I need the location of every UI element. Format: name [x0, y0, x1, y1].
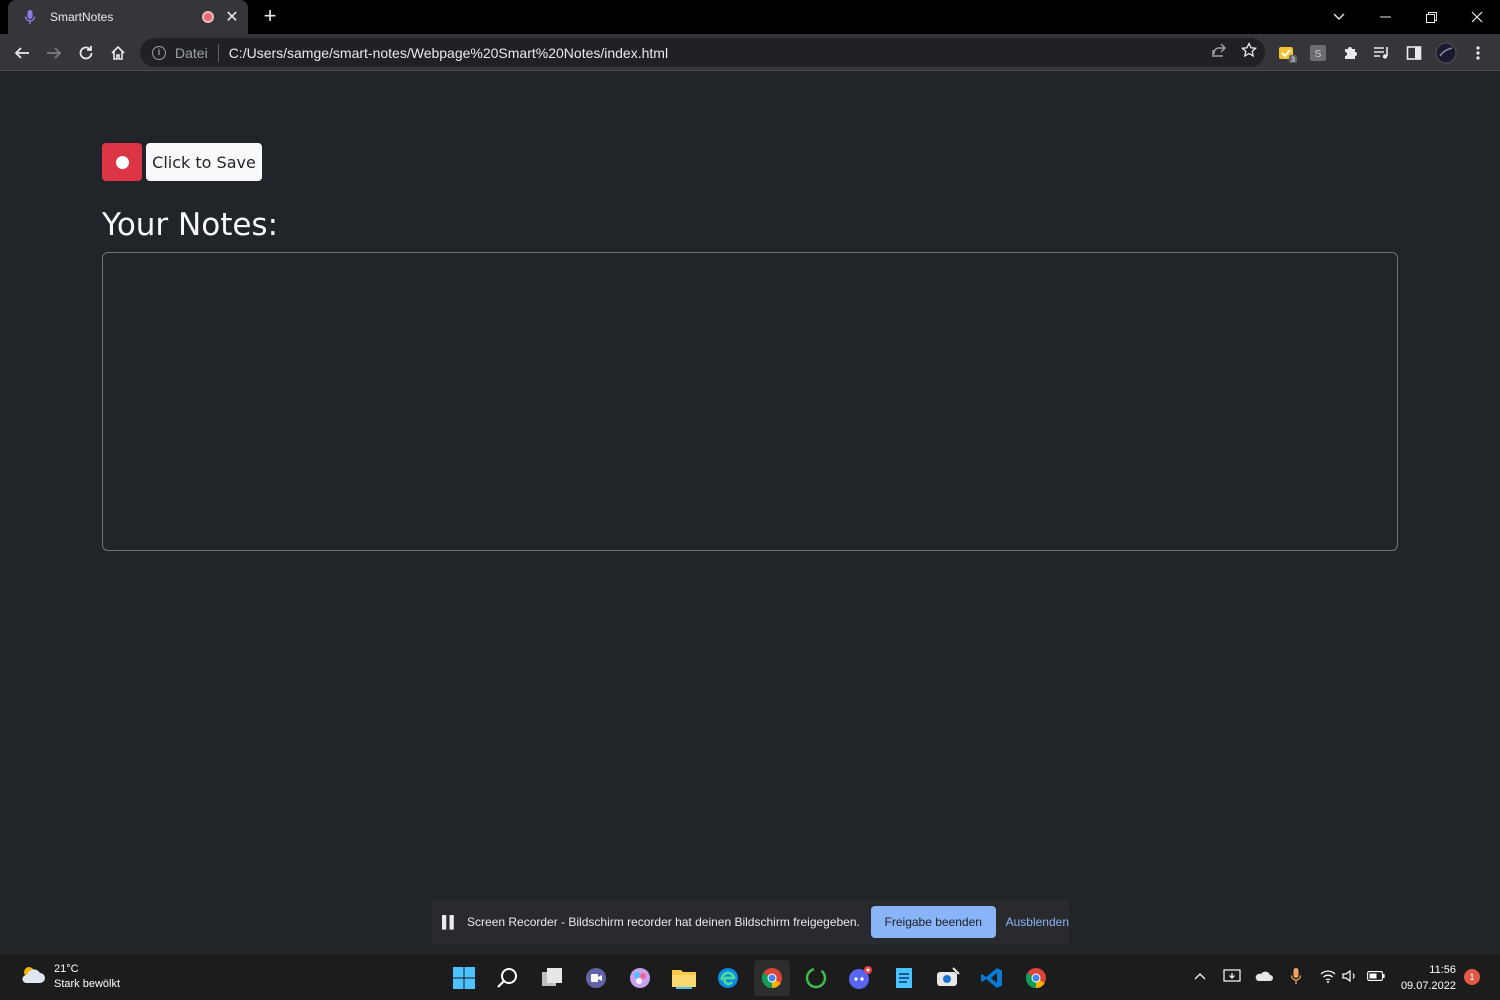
- screen-share-bar: ▌▌ Screen Recorder - Bildschirm recorder…: [432, 900, 1069, 944]
- tab-search-icon[interactable]: [1316, 0, 1362, 34]
- file-explorer-icon[interactable]: [666, 960, 702, 996]
- chrome-taskbar-icon[interactable]: [754, 960, 790, 996]
- browser-tab[interactable]: SmartNotes ✕: [8, 0, 248, 34]
- microphone-icon: [22, 9, 38, 25]
- paint-app-icon[interactable]: [622, 960, 658, 996]
- share-message: Screen Recorder - Bildschirm recorder ha…: [467, 915, 860, 929]
- battery-icon[interactable]: [1366, 966, 1386, 986]
- back-button[interactable]: [9, 40, 35, 66]
- close-tab-icon[interactable]: ✕: [222, 7, 242, 27]
- pause-icon: ▌▌: [442, 915, 458, 929]
- url-text[interactable]: C:/Users/samge/smart-notes/Webpage%20Sma…: [229, 45, 668, 61]
- side-panel-icon[interactable]: [1401, 40, 1427, 66]
- notes-heading: Your Notes:: [102, 207, 279, 243]
- reload-button[interactable]: [73, 40, 99, 66]
- weather-widget[interactable]: 21°C Stark bewölkt: [20, 962, 120, 992]
- svg-text:S: S: [1315, 49, 1322, 60]
- record-dot-icon: [115, 155, 129, 169]
- edge-browser-icon[interactable]: [710, 960, 746, 996]
- weather-temperature: 21°C: [54, 963, 79, 975]
- stop-sharing-button[interactable]: Freigabe beenden: [870, 906, 996, 938]
- scheme-label: Datei: [175, 44, 208, 61]
- volume-icon[interactable]: [1340, 966, 1360, 986]
- extensions-puzzle-icon[interactable]: [1337, 40, 1363, 66]
- notes-textarea[interactable]: [102, 252, 1398, 551]
- tab-title: SmartNotes: [50, 10, 114, 24]
- svg-text:3: 3: [1291, 57, 1295, 64]
- wifi-icon[interactable]: [1318, 966, 1338, 986]
- microphone-tray-icon[interactable]: [1286, 966, 1306, 986]
- browser-toolbar: i Datei C:/Users/samge/smart-notes/Webpa…: [0, 34, 1500, 71]
- teams-chat-icon[interactable]: [578, 960, 614, 996]
- media-controls-icon[interactable]: [1369, 40, 1395, 66]
- hide-share-link[interactable]: Ausblenden: [1006, 915, 1069, 929]
- address-bar[interactable]: i Datei C:/Users/samge/smart-notes/Webpa…: [140, 38, 1265, 67]
- weather-description: Stark bewölkt: [54, 978, 121, 990]
- home-button[interactable]: [105, 40, 131, 66]
- profile-avatar[interactable]: [1433, 40, 1459, 66]
- extension-badge-icon[interactable]: 3: [1274, 40, 1300, 66]
- recording-indicator-icon: [202, 11, 214, 23]
- vscode-icon[interactable]: [974, 960, 1010, 996]
- page-content: Click to Save Your Notes:: [0, 71, 1500, 953]
- xbox-app-icon[interactable]: [798, 960, 834, 996]
- close-window-button[interactable]: [1454, 0, 1500, 34]
- cloud-weather-icon: [20, 965, 46, 990]
- address-divider: [217, 43, 219, 62]
- new-tab-button[interactable]: +: [258, 4, 282, 28]
- tab-strip: SmartNotes ✕ +: [0, 0, 1500, 34]
- windows-taskbar: 21°C Stark bewölkt 11:56 09.07.2022 1: [0, 953, 1500, 1000]
- extension-s-icon[interactable]: S: [1305, 40, 1331, 66]
- discord-icon[interactable]: [842, 960, 878, 996]
- save-button[interactable]: Click to Save: [146, 143, 262, 181]
- chevron-up-icon[interactable]: [1190, 966, 1210, 986]
- search-icon[interactable]: [490, 960, 526, 996]
- menu-kebab-icon[interactable]: [1465, 40, 1491, 66]
- onedrive-icon[interactable]: [1254, 966, 1274, 986]
- camera-app-icon[interactable]: [930, 960, 966, 996]
- clock-time: 11:56: [1429, 964, 1456, 976]
- restore-button[interactable]: [1408, 0, 1454, 34]
- start-button[interactable]: [446, 960, 482, 996]
- task-view-icon[interactable]: [534, 960, 570, 996]
- bookmark-star-icon[interactable]: [1240, 41, 1258, 63]
- display-tray-icon[interactable]: [1222, 966, 1242, 986]
- info-icon[interactable]: i: [152, 45, 166, 60]
- record-button[interactable]: [102, 143, 142, 181]
- minimize-button[interactable]: [1362, 0, 1408, 34]
- system-clock[interactable]: 11:56 09.07.2022: [1398, 962, 1456, 994]
- forward-button[interactable]: [41, 40, 67, 66]
- notification-badge[interactable]: 1: [1464, 969, 1480, 985]
- clock-date: 09.07.2022: [1400, 980, 1456, 992]
- share-icon[interactable]: [1211, 42, 1227, 63]
- chrome-second-icon[interactable]: [1018, 960, 1054, 996]
- notepad-icon[interactable]: [886, 960, 922, 996]
